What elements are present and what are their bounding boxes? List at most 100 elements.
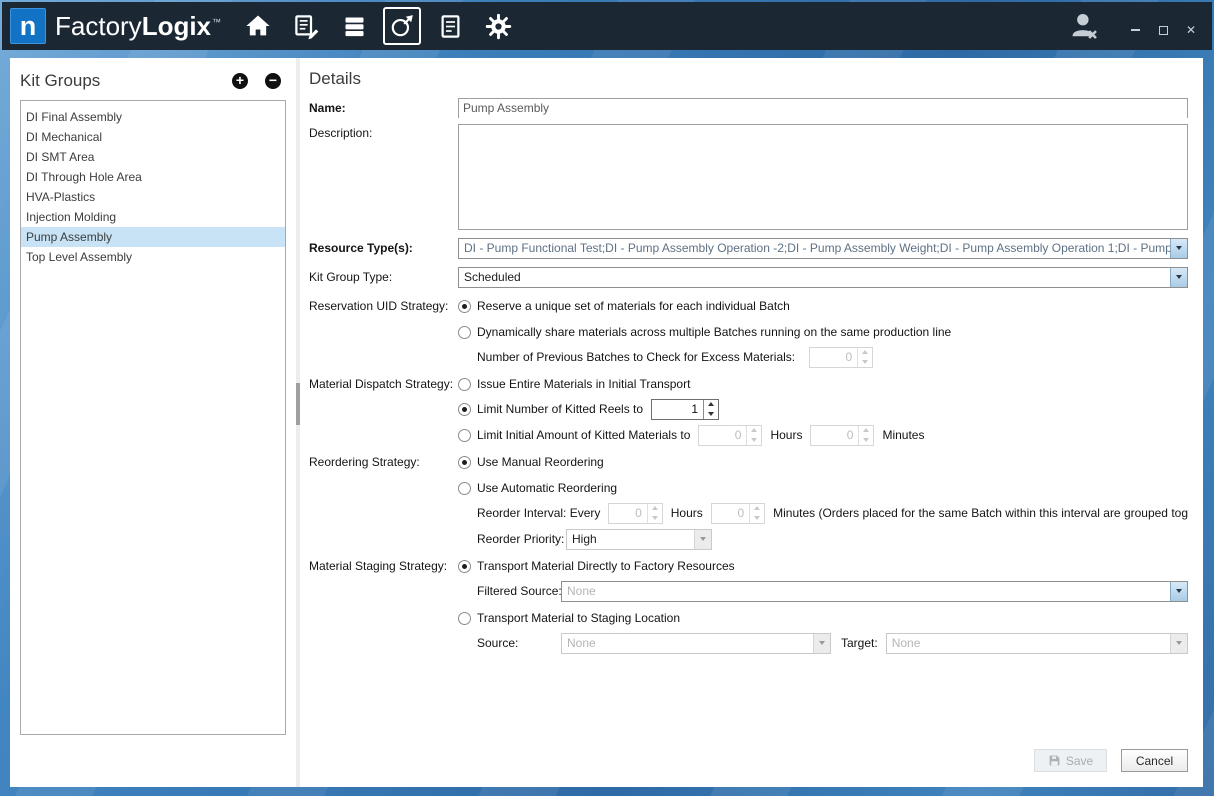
reservation-strategy-label: Reservation UID Strategy:: [309, 299, 458, 313]
reordering-row-1: Reordering Strategy: Use Manual Reorderi…: [309, 452, 1188, 472]
resource-types-row: Resource Type(s): DI - Pump Functional T…: [309, 237, 1188, 259]
brand: FactoryLogix™: [55, 11, 221, 42]
brand-light: Factory: [55, 11, 142, 41]
kit-groups-list: DI Final Assembly DI Mechanical DI SMT A…: [20, 100, 286, 735]
target-value: None: [887, 634, 1170, 653]
logo-letter: n: [20, 11, 37, 42]
transport-staging-radio[interactable]: [458, 612, 471, 625]
reservation-row-1: Reservation UID Strategy: Reserve a uniq…: [309, 296, 1188, 316]
resource-types-label: Resource Type(s):: [309, 241, 458, 255]
limit-initial-hours-spinner[interactable]: 0: [698, 425, 762, 446]
minutes-label: Minutes: [882, 428, 924, 442]
previous-batches-label: Number of Previous Batches to Check for …: [477, 350, 795, 364]
reports-icon[interactable]: [431, 7, 469, 45]
previous-batches-spinner[interactable]: 0: [809, 347, 873, 368]
kitting-icon[interactable]: [383, 7, 421, 45]
reorder-priority-row: Reorder Priority: High: [309, 528, 1188, 550]
chevron-down-icon: [1170, 634, 1187, 653]
transport-staging-label: Transport Material to Staging Location: [477, 611, 680, 625]
dispatch-row-3: Limit Initial Amount of Kitted Materials…: [309, 424, 1188, 446]
kit-group-item[interactable]: Injection Molding: [21, 207, 285, 227]
reorder-interval-minutes-spinner[interactable]: 0: [711, 503, 765, 524]
add-kit-group-button[interactable]: +: [232, 73, 248, 89]
limit-initial-minutes-spinner[interactable]: 0: [810, 425, 874, 446]
spinner-arrows-icon[interactable]: [858, 426, 873, 445]
kit-group-type-combo[interactable]: Scheduled: [458, 267, 1188, 288]
chevron-down-icon: [813, 634, 830, 653]
details-title: Details: [309, 69, 361, 89]
kit-group-item[interactable]: Top Level Assembly: [21, 247, 285, 267]
home-icon[interactable]: [239, 7, 277, 45]
spinner-arrows-icon[interactable]: [857, 348, 872, 367]
hours-label: Hours: [770, 428, 802, 442]
limit-reels-value: 1: [652, 400, 703, 419]
remove-kit-group-button[interactable]: −: [265, 73, 281, 89]
production-icon[interactable]: [287, 7, 325, 45]
settings-icon[interactable]: [479, 7, 517, 45]
source-label: Source:: [477, 636, 561, 650]
reserve-unique-label: Reserve a unique set of materials for ea…: [477, 299, 790, 313]
target-label: Target:: [841, 636, 878, 650]
limit-initial-minutes-value: 0: [811, 426, 858, 445]
kit-group-item[interactable]: DI Mechanical: [21, 127, 285, 147]
filtered-source-value: None: [562, 582, 1170, 601]
dispatch-row-1: Material Dispatch Strategy: Issue Entire…: [309, 374, 1188, 394]
reorder-interval-hours-spinner[interactable]: 0: [608, 503, 662, 524]
kit-group-item[interactable]: DI SMT Area: [21, 147, 285, 167]
reorder-interval-hours-value: 0: [609, 504, 646, 523]
filtered-source-label: Filtered Source:: [477, 584, 561, 598]
spinner-arrows-icon[interactable]: [703, 400, 718, 419]
resource-types-value: DI - Pump Functional Test;DI - Pump Asse…: [459, 239, 1170, 258]
limit-reels-spinner[interactable]: 1: [651, 399, 719, 420]
spinner-arrows-icon[interactable]: [746, 426, 761, 445]
name-input[interactable]: [458, 98, 1188, 118]
kit-group-item[interactable]: DI Through Hole Area: [21, 167, 285, 187]
source-combo: None: [561, 633, 831, 654]
transport-direct-radio[interactable]: [458, 560, 471, 573]
chevron-down-icon[interactable]: [1170, 239, 1187, 258]
filtered-source-row: Filtered Source: None: [309, 580, 1188, 602]
issue-entire-radio[interactable]: [458, 378, 471, 391]
manual-reordering-label: Use Manual Reordering: [477, 455, 604, 469]
spinner-arrows-icon[interactable]: [749, 504, 764, 523]
close-button[interactable]: ✕: [1184, 23, 1198, 37]
dynamic-share-radio[interactable]: [458, 326, 471, 339]
description-input[interactable]: [458, 124, 1188, 230]
automatic-reordering-radio[interactable]: [458, 482, 471, 495]
resource-types-combo[interactable]: DI - Pump Functional Test;DI - Pump Asse…: [458, 238, 1188, 259]
limit-reels-radio[interactable]: [458, 403, 471, 416]
maximize-button[interactable]: [1156, 23, 1170, 37]
cancel-button[interactable]: Cancel: [1121, 749, 1188, 772]
logout-user-icon[interactable]: [1068, 10, 1100, 42]
limit-initial-label: Limit Initial Amount of Kitted Materials…: [477, 428, 690, 442]
target-combo: None: [886, 633, 1188, 654]
minimize-button[interactable]: [1128, 23, 1142, 37]
chevron-down-icon[interactable]: [1170, 268, 1187, 287]
limit-initial-radio[interactable]: [458, 429, 471, 442]
details-pane: Details Name: Description: Resource Type…: [300, 58, 1203, 787]
spinner-arrows-icon[interactable]: [647, 504, 662, 523]
kit-group-type-label: Kit Group Type:: [309, 270, 458, 284]
save-button[interactable]: Save: [1034, 749, 1107, 772]
main-toolbar: [239, 7, 517, 45]
kit-groups-header: Kit Groups + −: [20, 69, 287, 93]
description-label: Description:: [309, 124, 458, 140]
kit-group-item-selected[interactable]: Pump Assembly: [21, 227, 285, 247]
hours-label: Hours: [671, 506, 703, 520]
kit-group-item[interactable]: HVA-Plastics: [21, 187, 285, 207]
automatic-reordering-label: Use Automatic Reordering: [477, 481, 617, 495]
reserve-unique-radio[interactable]: [458, 300, 471, 313]
chevron-down-icon[interactable]: [1170, 582, 1187, 601]
kit-group-item[interactable]: DI Final Assembly: [21, 107, 285, 127]
main-panel: Kit Groups + − DI Final Assembly DI Mech…: [10, 58, 1203, 787]
reorder-interval-suffix: Minutes (Orders placed for the same Batc…: [773, 506, 1188, 520]
source-target-row: Source: None Target: None: [309, 632, 1188, 654]
kit-group-type-value: Scheduled: [459, 268, 1170, 287]
reordering-strategy-label: Reordering Strategy:: [309, 455, 458, 469]
reorder-priority-label: Reorder Priority:: [477, 532, 564, 546]
filtered-source-combo[interactable]: None: [561, 581, 1188, 602]
reorder-interval-label: Reorder Interval: Every: [477, 506, 600, 520]
manual-reordering-radio[interactable]: [458, 456, 471, 469]
materials-icon[interactable]: [335, 7, 373, 45]
reorder-priority-combo: High: [566, 529, 712, 550]
